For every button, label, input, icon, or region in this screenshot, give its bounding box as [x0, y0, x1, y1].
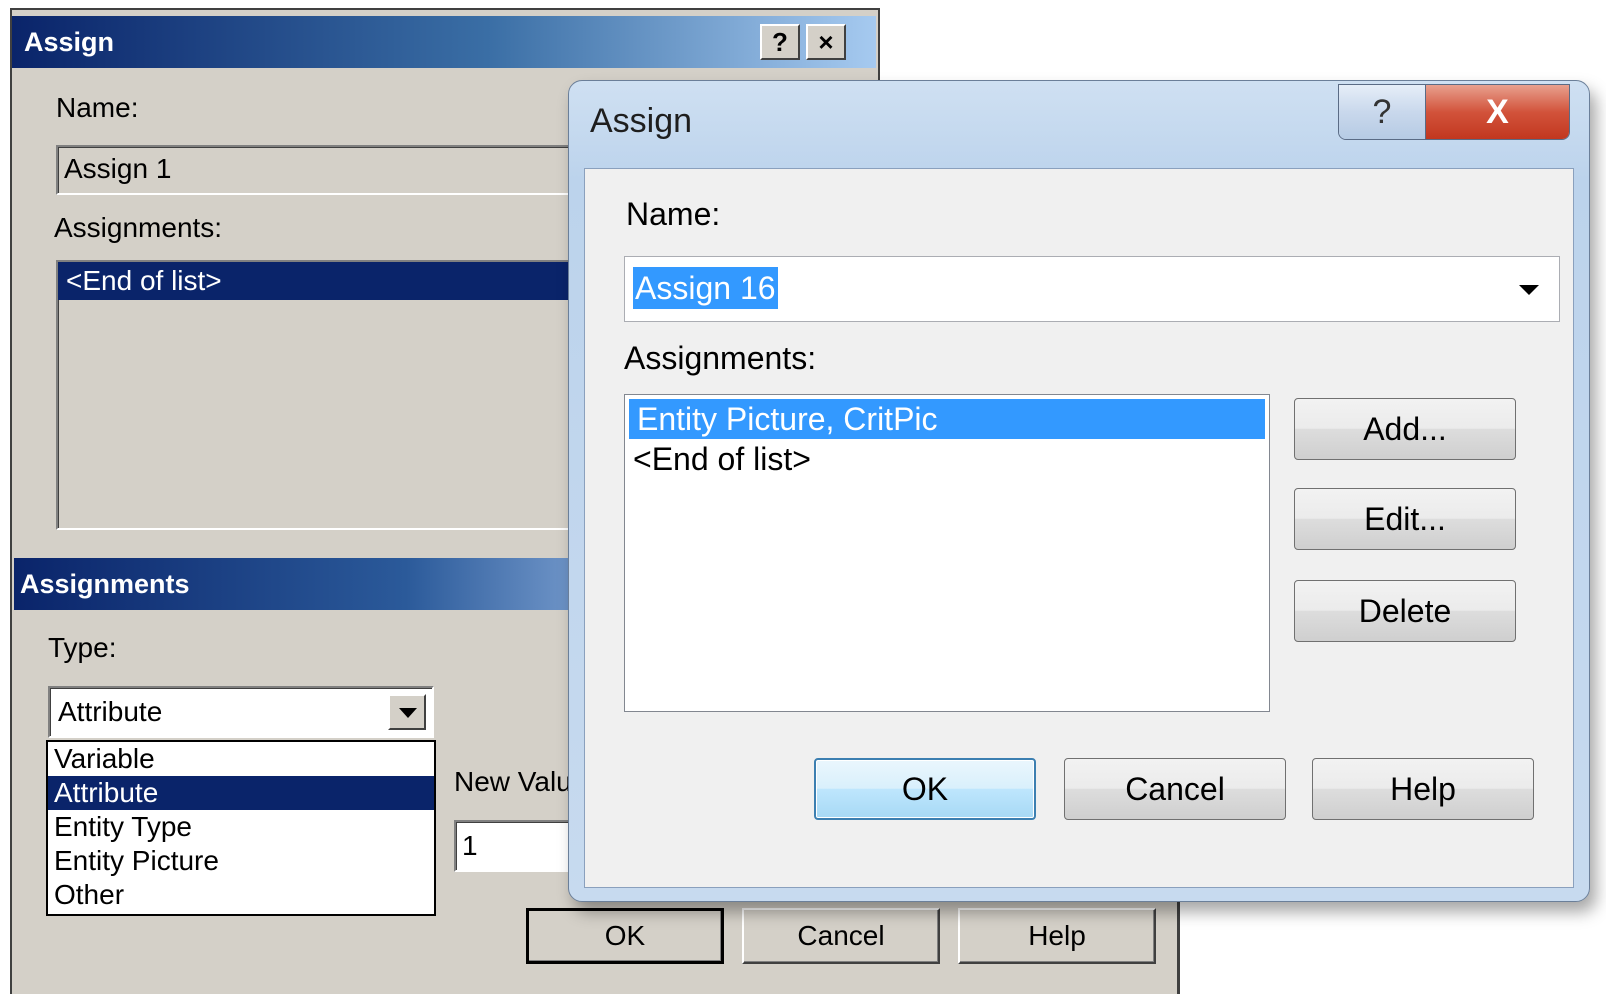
- classic-assign-titlebar: Assign: [12, 16, 876, 68]
- ok-button[interactable]: OK: [814, 758, 1036, 820]
- dropdown-option-entity-picture[interactable]: Entity Picture: [48, 844, 434, 878]
- new-value-input[interactable]: 1: [454, 820, 584, 872]
- win7-name-combobox[interactable]: Assign 16: [624, 256, 1560, 322]
- dropdown-option-variable[interactable]: Variable: [48, 742, 434, 776]
- type-dropdown-list[interactable]: Variable Attribute Entity Type Entity Pi…: [46, 740, 436, 916]
- chevron-down-icon[interactable]: [388, 694, 426, 730]
- classic-ok-button[interactable]: OK: [526, 908, 724, 964]
- win7-assign-title: Assign: [590, 102, 693, 140]
- win7-name-value: Assign 16: [633, 267, 778, 309]
- classic-assign-title: Assign: [24, 27, 115, 57]
- classic-name-label: Name:: [56, 92, 139, 123]
- type-combobox-value: Attribute: [58, 696, 163, 727]
- classic-assignments-label: Assignments:: [54, 212, 223, 243]
- dropdown-option-entity-type[interactable]: Entity Type: [48, 810, 434, 844]
- win7-assignments-label: Assignments:: [624, 340, 817, 376]
- classic-assignments-list[interactable]: <End of list>: [56, 260, 576, 530]
- chevron-down-icon[interactable]: [1519, 285, 1539, 295]
- classic-cancel-button[interactable]: Cancel: [742, 908, 940, 964]
- list-item[interactable]: <End of list>: [625, 439, 1269, 479]
- type-label: Type:: [48, 632, 117, 663]
- close-icon[interactable]: ×: [806, 24, 846, 60]
- list-item[interactable]: Entity Picture, CritPic: [629, 399, 1265, 439]
- classic-help-button[interactable]: Help: [958, 908, 1156, 964]
- add-button[interactable]: Add...: [1294, 398, 1516, 460]
- win7-caption-buttons: ? X: [1338, 84, 1570, 140]
- delete-button[interactable]: Delete: [1294, 580, 1516, 642]
- classic-name-input[interactable]: Assign 1: [56, 145, 576, 195]
- classic-assignments-title: Assignments: [20, 569, 190, 599]
- win7-name-label: Name:: [626, 196, 721, 232]
- new-value-label: New Valu: [454, 766, 572, 797]
- close-icon[interactable]: X: [1426, 85, 1569, 139]
- edit-button[interactable]: Edit...: [1294, 488, 1516, 550]
- dropdown-option-attribute[interactable]: Attribute: [48, 776, 434, 810]
- win7-assignments-list[interactable]: Entity Picture, CritPic <End of list>: [624, 394, 1270, 712]
- help-icon[interactable]: ?: [760, 24, 800, 60]
- classic-assignments-titlebar: Assignments: [14, 558, 574, 610]
- dropdown-option-other[interactable]: Other: [48, 878, 434, 912]
- help-button[interactable]: Help: [1312, 758, 1534, 820]
- type-combobox[interactable]: Attribute: [48, 686, 434, 738]
- cancel-button[interactable]: Cancel: [1064, 758, 1286, 820]
- list-item[interactable]: <End of list>: [58, 262, 574, 300]
- help-icon[interactable]: ?: [1339, 85, 1426, 139]
